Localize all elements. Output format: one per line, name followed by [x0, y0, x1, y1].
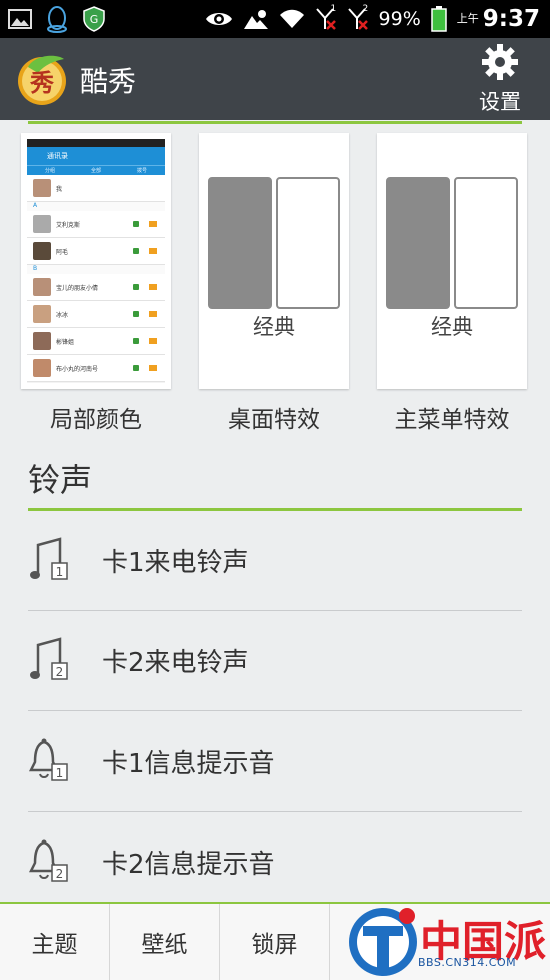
- phone-icon: [133, 284, 139, 290]
- contact-name: 我: [56, 185, 63, 193]
- effect-preview-page: [276, 177, 340, 309]
- preview-contact-row: 艾利克斯: [27, 211, 165, 238]
- battery-percent: 99%: [378, 8, 421, 30]
- phone-icon: [133, 311, 139, 317]
- message-icon: [149, 338, 157, 344]
- tab-lockscreen[interactable]: 锁屏: [220, 904, 330, 980]
- ringtone-label: 卡1信息提示音: [102, 748, 275, 779]
- svg-text:G: G: [90, 13, 99, 26]
- ringtone-label: 卡1来电铃声: [102, 547, 249, 578]
- effect-preview-page: [454, 177, 518, 309]
- phone-icon: [133, 338, 139, 344]
- signal-sim1: 1: [315, 4, 337, 31]
- ringtone-label: 卡2来电铃声: [102, 647, 249, 678]
- music-note-icon: 1: [30, 537, 68, 580]
- time-ampm: 上午: [456, 12, 479, 25]
- preview-tabs: 分组 全部 拨号: [27, 165, 165, 175]
- svg-text:秀: 秀: [29, 68, 54, 97]
- sim-card-number: 1: [56, 565, 64, 579]
- sim2-number: 2: [362, 4, 369, 14]
- contact-name: 冰冰: [56, 311, 69, 319]
- watermark-url: BBS.CN314.COM: [418, 956, 517, 969]
- tab-wallpaper[interactable]: 壁纸: [110, 904, 220, 980]
- effect-preview-page: [208, 177, 272, 309]
- avatar: [33, 305, 51, 323]
- preview-tab: 全部: [90, 168, 101, 174]
- contact-name: 艾利克斯: [56, 221, 81, 229]
- preview-contact-row: 我: [27, 175, 165, 202]
- effect-mode-label: 经典: [253, 315, 295, 339]
- phone-icon: [133, 248, 139, 254]
- weather-icon: [243, 10, 268, 29]
- card-menu-effects[interactable]: 经典: [377, 133, 527, 389]
- card-label-menu-effects: 主菜单特效: [394, 407, 510, 433]
- section-title-ringtones: 铃声: [28, 461, 93, 499]
- bell-icon: 1: [28, 738, 68, 781]
- sim-card-number: 1: [56, 766, 64, 780]
- sim-card-number: 2: [56, 665, 64, 679]
- effect-mode-label: 经典: [431, 315, 473, 339]
- contact-name: 宝儿的朋友小倩: [56, 284, 99, 292]
- preview-tab: 拨号: [136, 168, 147, 174]
- gear-icon: [482, 44, 518, 80]
- card-partial-color[interactable]: 通讯录 分组 全部 拨号 我 A 艾利克斯 阿毛 B 宝儿的朋友小倩 冰冰 彬锋…: [21, 133, 171, 389]
- avatar: [33, 359, 51, 377]
- preview-status-bar: [27, 139, 165, 147]
- avatar: [33, 332, 51, 350]
- wifi-icon: [279, 9, 304, 28]
- message-icon: [149, 221, 157, 227]
- eye-icon: [205, 13, 232, 25]
- contact-name: 彬锋姐: [56, 338, 75, 346]
- preview-contact-row: 宝儿的朋友小倩: [27, 274, 165, 301]
- preview-contact-row: 布小丸的河南号: [27, 355, 165, 382]
- avatar: [33, 278, 51, 296]
- qq-penguin-icon: [47, 6, 67, 33]
- avatar: [33, 242, 51, 260]
- tab-theme[interactable]: 主题: [0, 904, 110, 980]
- preview-section: A: [27, 202, 165, 211]
- sim-card-number: 2: [56, 867, 64, 881]
- contact-name: 阿毛: [56, 248, 69, 256]
- preview-contact-row: 冰冰: [27, 301, 165, 328]
- signal-sim2: 2: [347, 4, 369, 31]
- ringtone-label: 卡2信息提示音: [102, 849, 275, 880]
- app-bar: 秀 酷秀 设置: [0, 38, 550, 120]
- card-label-desktop-effects: 桌面特效: [228, 407, 320, 433]
- music-note-icon: 2: [30, 637, 68, 680]
- message-icon: [149, 248, 157, 254]
- battery-icon: [431, 6, 447, 32]
- ringtone-row-card1-message[interactable]: 1 卡1信息提示音: [28, 711, 522, 812]
- card-label-partial-color: 局部颜色: [50, 407, 142, 433]
- settings-label: 设置: [479, 90, 521, 114]
- phone-icon: [133, 221, 139, 227]
- ringtone-row-card2-message[interactable]: 2 卡2信息提示音: [28, 812, 522, 912]
- ringtone-row-card1-call[interactable]: 1 卡1来电铃声: [28, 510, 522, 611]
- effect-preview-page: [386, 177, 450, 309]
- preview-contact-row: 彬锋姐: [27, 328, 165, 355]
- bell-icon: 2: [28, 839, 68, 882]
- preview-tab: 分组: [44, 168, 55, 174]
- preview-header: 通讯录: [27, 147, 165, 165]
- gallery-icon: [8, 9, 32, 29]
- settings-button[interactable]: 设置: [468, 42, 532, 116]
- phone-icon: [133, 365, 139, 371]
- contact-name: 布小丸的河南号: [56, 365, 99, 373]
- status-bar: G 1 2 99% 上午 9:37: [0, 0, 550, 38]
- header-divider: [28, 121, 522, 124]
- card-desktop-effects[interactable]: 经典: [199, 133, 349, 389]
- preview-contact-row: 阿毛: [27, 238, 165, 265]
- sim1-number: 1: [330, 4, 337, 14]
- message-icon: [149, 311, 157, 317]
- clock: 9:37: [482, 6, 540, 32]
- avatar: [33, 179, 51, 197]
- message-icon: [149, 365, 157, 371]
- app-logo-icon: 秀: [18, 55, 66, 105]
- ringtone-row-card2-call[interactable]: 2 卡2来电铃声: [28, 610, 522, 711]
- message-icon: [149, 284, 157, 290]
- app-title: 酷秀: [80, 65, 137, 98]
- contacts-preview: 通讯录 分组 全部 拨号 我 A 艾利克斯 阿毛 B 宝儿的朋友小倩 冰冰 彬锋…: [27, 139, 165, 383]
- shield-icon: G: [83, 6, 105, 32]
- avatar: [33, 215, 51, 233]
- preview-section: B: [27, 265, 165, 274]
